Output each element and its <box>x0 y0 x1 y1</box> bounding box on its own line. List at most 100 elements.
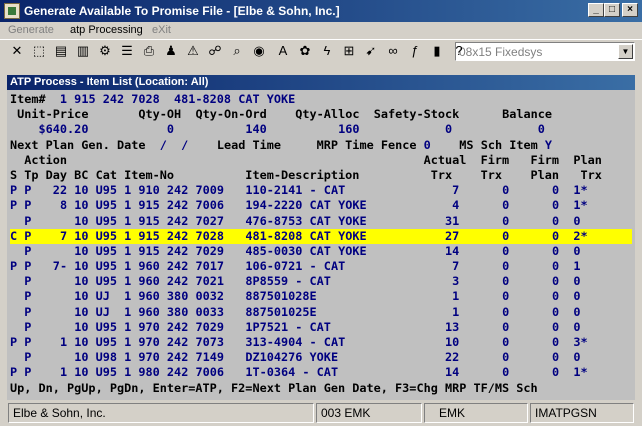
cell-cat: U95 <box>88 228 118 243</box>
book-icon[interactable]: ▮ <box>428 42 446 60</box>
table-row[interactable]: P P 1 10 U95 1 980 242 7006 1T-0364 - CA… <box>10 365 632 380</box>
menu-exit[interactable]: eXit <box>152 24 171 36</box>
list-icon[interactable]: ☰ <box>118 42 136 60</box>
cell-firm-trx: 0 <box>459 198 510 213</box>
item-code: 481-8208 CAT YOKE <box>174 92 296 106</box>
column-header-1: Action Actual Firm Firm Plan <box>10 153 632 168</box>
function-icon[interactable]: ƒ <box>406 42 424 60</box>
cell-firm-plan: 0 <box>509 335 560 349</box>
cell-cat: U95 <box>88 243 118 258</box>
column-header-2: S Tp Day BC Cat Item-No Item-Description… <box>10 168 632 183</box>
maximize-button[interactable]: □ <box>604 3 620 17</box>
cell-plan-trx: 0 <box>559 289 595 304</box>
chevron-down-icon[interactable]: ▼ <box>618 44 633 59</box>
link-icon[interactable]: ∞ <box>384 42 402 60</box>
cell-firm-trx: 0 <box>459 319 510 334</box>
cell-bc: 10 <box>67 350 89 365</box>
cell-firm-trx: 0 <box>459 365 510 380</box>
cell-plan-trx: 3* <box>559 335 595 349</box>
cell-firm-plan: 0 <box>509 259 560 274</box>
globe-icon[interactable]: ◉ <box>250 42 268 60</box>
next-plan-label: Next Plan Gen. Date <box>10 137 146 152</box>
lightning-icon[interactable]: ϟ <box>318 42 336 60</box>
close-button[interactable]: × <box>622 3 638 17</box>
cell-day <box>39 289 68 303</box>
cell-firm-plan: 0 <box>509 350 560 365</box>
cell-actual: 7 <box>366 183 460 198</box>
cell-actual: 13 <box>366 319 460 334</box>
clipboard-icon[interactable]: ▥ <box>74 42 92 60</box>
table-row[interactable]: P P 22 10 U95 1 910 242 7009 110-2141 - … <box>10 183 632 198</box>
minimize-button[interactable]: _ <box>588 3 604 17</box>
table-row-selected[interactable]: C P 7 10 U95 1 915 242 7028 481-8208 CAT… <box>10 228 632 244</box>
cell-actual: 10 <box>366 335 460 349</box>
cell-plan-trx: 0 <box>559 274 595 289</box>
cell-day <box>39 244 68 258</box>
cell-bc: 10 <box>67 259 89 274</box>
cell-plan-trx: 2* <box>559 228 595 243</box>
cell-desc: 481-8208 CAT YOKE <box>223 228 367 243</box>
cell-cat: U95 <box>88 274 118 289</box>
cell-firm-plan: 0 <box>509 289 560 304</box>
cell-item: 1 960 242 7017 <box>117 259 224 274</box>
column-header-text: Action Actual Firm Firm Plan <box>10 152 602 167</box>
font-icon[interactable]: A <box>274 42 292 60</box>
table-row[interactable]: P 10 U95 1 970 242 7029 1P7521 - CAT 13 … <box>10 320 632 335</box>
warning-icon[interactable]: ⚠ <box>184 42 202 60</box>
cell-cat: U95 <box>88 198 118 213</box>
cell-tp: P <box>17 213 39 228</box>
table-row[interactable]: P P 8 10 U95 1 915 242 7006 194-2220 CAT… <box>10 198 632 213</box>
run-icon[interactable]: ➹ <box>362 42 380 60</box>
select-icon[interactable]: ⬚ <box>30 42 48 60</box>
table-row[interactable]: P 10 UJ 1 960 380 0033 887501025E 1 0 0 … <box>10 305 632 320</box>
help-icon[interactable]: ? <box>450 42 468 60</box>
app-icon[interactable] <box>4 3 20 19</box>
cell-cat: U98 <box>88 350 118 365</box>
ms-label: MS <box>459 137 474 152</box>
cell-actual: 14 <box>366 365 460 380</box>
document-icon[interactable]: ▤ <box>52 42 70 60</box>
cell-desc: 1P7521 - CAT <box>223 319 367 334</box>
font-selector[interactable]: 08x15 Fixedsys ▼ <box>455 42 635 61</box>
terminal-screen: Item# 1 915 242 7028 481-8208 CAT YOKE U… <box>10 92 632 396</box>
search-icon[interactable]: ⌕ <box>228 42 246 60</box>
cell-day <box>39 214 68 228</box>
cell-desc: 887501028E <box>223 289 367 304</box>
settings-icon[interactable]: ⚙ <box>96 42 114 60</box>
table-row[interactable]: P 10 UJ 1 960 380 0032 887501028E 1 0 0 … <box>10 289 632 304</box>
cell-bc: 10 <box>67 198 89 213</box>
header-values: $640.20 0 140 160 0 0 <box>10 122 632 137</box>
qty-on-ord-label: Qty-On-Ord <box>195 107 267 122</box>
cell-item: 1 960 380 0032 <box>117 289 224 304</box>
menu-generate[interactable]: Generate <box>8 24 54 36</box>
table-row[interactable]: P 10 U95 1 915 242 7027 476-8753 CAT YOK… <box>10 214 632 229</box>
cell-cat: UJ <box>88 289 118 304</box>
cell-plan-trx: 1* <box>559 183 595 198</box>
binoculars-icon[interactable]: ☍ <box>206 42 224 60</box>
cell-day: 8 <box>38 198 68 213</box>
menu-atp-processing[interactable]: atp Processing <box>70 24 143 36</box>
gear-icon[interactable]: ✿ <box>296 42 314 60</box>
table-row[interactable]: P 10 U98 1 970 242 7149 DZ104276 YOKE 22… <box>10 350 632 365</box>
next-plan-value: / / <box>159 137 189 152</box>
cell-bc: 10 <box>67 319 89 334</box>
cell-plan-trx: 0 <box>559 243 595 258</box>
table-row[interactable]: P P 7- 10 U95 1 960 242 7017 106-0721 - … <box>10 259 632 274</box>
cell-tp: P <box>17 259 39 274</box>
lead-time-label: Lead Time <box>216 137 281 152</box>
cell-cat: U95 <box>88 183 118 198</box>
cell-plan-trx: 1* <box>559 198 595 213</box>
table-row[interactable]: P 10 U95 1 960 242 7021 8P8559 - CAT 3 0… <box>10 274 632 289</box>
table-row[interactable]: P P 1 10 U95 1 970 242 7073 313-4904 - C… <box>10 335 632 350</box>
user-icon[interactable]: ♟ <box>162 42 180 60</box>
close-icon[interactable]: ✕ <box>8 42 26 60</box>
calc-icon[interactable]: ⊞ <box>340 42 358 60</box>
cell-firm-plan: 0 <box>509 183 560 198</box>
item-number: 1 915 242 7028 <box>59 92 160 106</box>
cell-desc: 476-8753 CAT YOKE <box>223 213 367 228</box>
table-row[interactable]: P 10 U95 1 915 242 7029 485-0030 CAT YOK… <box>10 244 632 259</box>
print-icon[interactable]: ⎙ <box>140 42 158 60</box>
cell-bc: 10 <box>67 365 89 380</box>
item-header: Item# 1 915 242 7028 481-8208 CAT YOKE <box>10 92 632 107</box>
cell-firm-plan: 0 <box>509 319 560 334</box>
